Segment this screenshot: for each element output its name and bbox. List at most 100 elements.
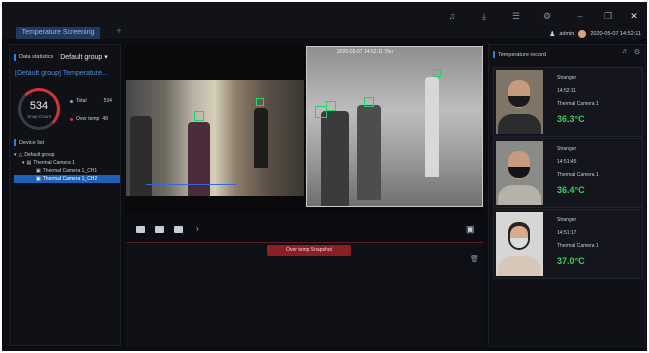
record-temperature: 37.0°C (557, 256, 585, 266)
temperature-record-header: Temperature record (493, 51, 546, 58)
record-card[interactable]: Stranger 14:52:11 Thermal Camera 1 36.3°… (493, 67, 643, 137)
record-temperature: 36.4°C (557, 185, 585, 195)
trash-icon[interactable]: 🗑 (470, 255, 479, 263)
stat-title: [Default group] Temperature... (15, 70, 108, 77)
face-photo (496, 212, 543, 276)
legend-over-temp: Over temp 48 (70, 116, 108, 122)
record-type: Stranger (557, 75, 577, 81)
total-value: 534 (103, 98, 112, 104)
thermal-timestamp: 2020-05-07 14:52:11 Thu (337, 49, 393, 55)
restore-icon[interactable]: ❐ (602, 10, 614, 22)
visible-light-feed[interactable] (126, 80, 304, 196)
snap-count-value: 534 (29, 100, 49, 112)
over-temp-dot (70, 117, 73, 121)
shoulders (498, 185, 541, 205)
data-statistics-label: Data statistics (19, 54, 54, 60)
left-panel: Data statistics Default group ▾ [Default… (9, 44, 121, 346)
video-toolbar: › ▣ (126, 220, 483, 240)
layout-2-icon[interactable] (155, 226, 164, 233)
device-list-label: Device list (19, 139, 45, 146)
face-detection-box (364, 97, 374, 107)
section-marker (14, 53, 16, 61)
record-card[interactable]: Stranger 14:51:45 Thermal Camera 1 36.4°… (493, 138, 643, 208)
snap-count-gauge: 534 Snap Count (18, 88, 60, 130)
record-info: Stranger 14:52:11 Thermal Camera 1 36.3°… (557, 75, 599, 131)
caret-down-icon: ▾ (104, 54, 108, 61)
group-icon: △ (18, 152, 23, 158)
person-figure (357, 105, 381, 200)
thermal-feed[interactable]: 2020-05-07 14:52:11 Thu (306, 46, 483, 207)
app-window: Temperature Screening + ♫ ⤓ ☰ ⚙ – ❐ ✕ ♟ … (2, 2, 647, 351)
tree-item-thermal-camera[interactable]: ▾ ▤ Thermal Camera 1 (14, 159, 120, 167)
tree-item-channel-2[interactable]: ▣ Thermal Camera 1_CH2 (14, 175, 120, 183)
snap-count-label: Snap Count (27, 114, 51, 119)
title-bar: Temperature Screening + ♫ ⤓ ☰ ⚙ – ❐ ✕ ♟ … (2, 2, 647, 39)
tab-temperature-screening[interactable]: Temperature Screening (16, 27, 100, 39)
tree-item-channel-1[interactable]: ▣ Thermal Camera 1_CH1 (14, 167, 120, 175)
record-time: 14:52:11 (557, 88, 577, 94)
shoulders (498, 256, 541, 276)
chevron-right-icon[interactable]: › (196, 224, 199, 233)
tree-label: Thermal Camera 1_CH1 (42, 168, 98, 174)
record-type: Stranger (557, 146, 577, 152)
record-temperature: 36.3°C (557, 114, 585, 124)
temperature-record-title: Temperature record (498, 51, 546, 58)
total-dot (70, 99, 73, 103)
group-select[interactable]: Default group ▾ (60, 53, 108, 61)
menu-icon[interactable]: ☰ (510, 10, 522, 22)
face-photo (496, 70, 543, 134)
over-temp-label: Over temp (76, 116, 100, 122)
record-device: Thermal Camera 1 (557, 172, 599, 178)
camera-icon: ▣ (36, 168, 41, 174)
snapshot-panel: Over temp Snapshot 🗑 (126, 242, 483, 346)
section-marker (493, 51, 495, 58)
user-icon: ♟ (549, 31, 556, 38)
speaker-icon[interactable]: ♬ (622, 48, 629, 56)
layout-4-icon[interactable] (174, 226, 183, 233)
layout-1-icon[interactable] (136, 226, 145, 233)
user-area: ♟ admin 2020-05-07 14:52:11 (549, 29, 641, 39)
username[interactable]: admin (559, 31, 574, 37)
person-figure (321, 111, 349, 206)
device-list-header: Device list (14, 139, 44, 146)
tripod-figure (425, 77, 439, 177)
camera-icon: ▣ (36, 176, 41, 182)
settings-icon[interactable]: ⚙ (541, 10, 553, 22)
tripod-figure (254, 108, 268, 168)
temperature-record-panel: Temperature record ♬ ⚙ Stranger 14:52:11… (488, 44, 646, 347)
expand-icon[interactable]: ▾ (22, 159, 25, 167)
section-marker (14, 139, 16, 146)
record-info: Stranger 14:51:45 Thermal Camera 1 36.4°… (557, 146, 599, 202)
tab-over-temp-snapshot[interactable]: Over temp Snapshot (267, 245, 351, 256)
record-info: Stranger 14:51:17 Thermal Camera 1 37.0°… (557, 217, 599, 273)
tree-label: Thermal Camera 1 (33, 160, 75, 166)
settings-icon[interactable]: ⚙ (634, 48, 640, 56)
record-card[interactable]: Stranger 14:51:17 Thermal Camera 1 37.0°… (493, 209, 643, 279)
record-time: 14:51:17 (557, 230, 577, 236)
over-temp-value: 48 (102, 116, 108, 122)
record-toolbar: ♬ ⚙ (622, 48, 640, 56)
minimize-icon[interactable]: – (574, 10, 586, 22)
avatar[interactable] (578, 30, 587, 38)
device-tree: ▾ △ Default group ▾ ▤ Thermal Camera 1 ▣… (14, 151, 120, 183)
download-icon[interactable]: ⤓ (478, 10, 490, 22)
data-statistics-header: Data statistics Default group ▾ (14, 53, 108, 61)
expand-icon[interactable]: ▾ (14, 151, 17, 159)
clock: 2020-05-07 14:52:11 (590, 31, 641, 37)
record-type: Stranger (557, 217, 577, 223)
bell-icon[interactable]: ♫ (446, 10, 458, 22)
record-time: 14:51:45 (557, 159, 577, 165)
fullscreen-icon[interactable]: ▣ (466, 224, 475, 235)
face-photo (496, 141, 543, 205)
face-detection-box (194, 111, 204, 121)
total-label: Total (76, 98, 87, 104)
add-tab-button[interactable]: + (116, 26, 122, 38)
close-icon[interactable]: ✕ (628, 10, 640, 22)
tree-label: Default group (24, 152, 55, 158)
video-area: 2020-05-07 14:52:11 Thu (126, 44, 483, 214)
face-detection-box (433, 69, 441, 77)
device-icon: ▤ (26, 160, 32, 166)
legend-total: Total 534 (70, 98, 112, 104)
tree-item-default-group[interactable]: ▾ △ Default group (14, 151, 120, 159)
detection-line (146, 184, 236, 185)
